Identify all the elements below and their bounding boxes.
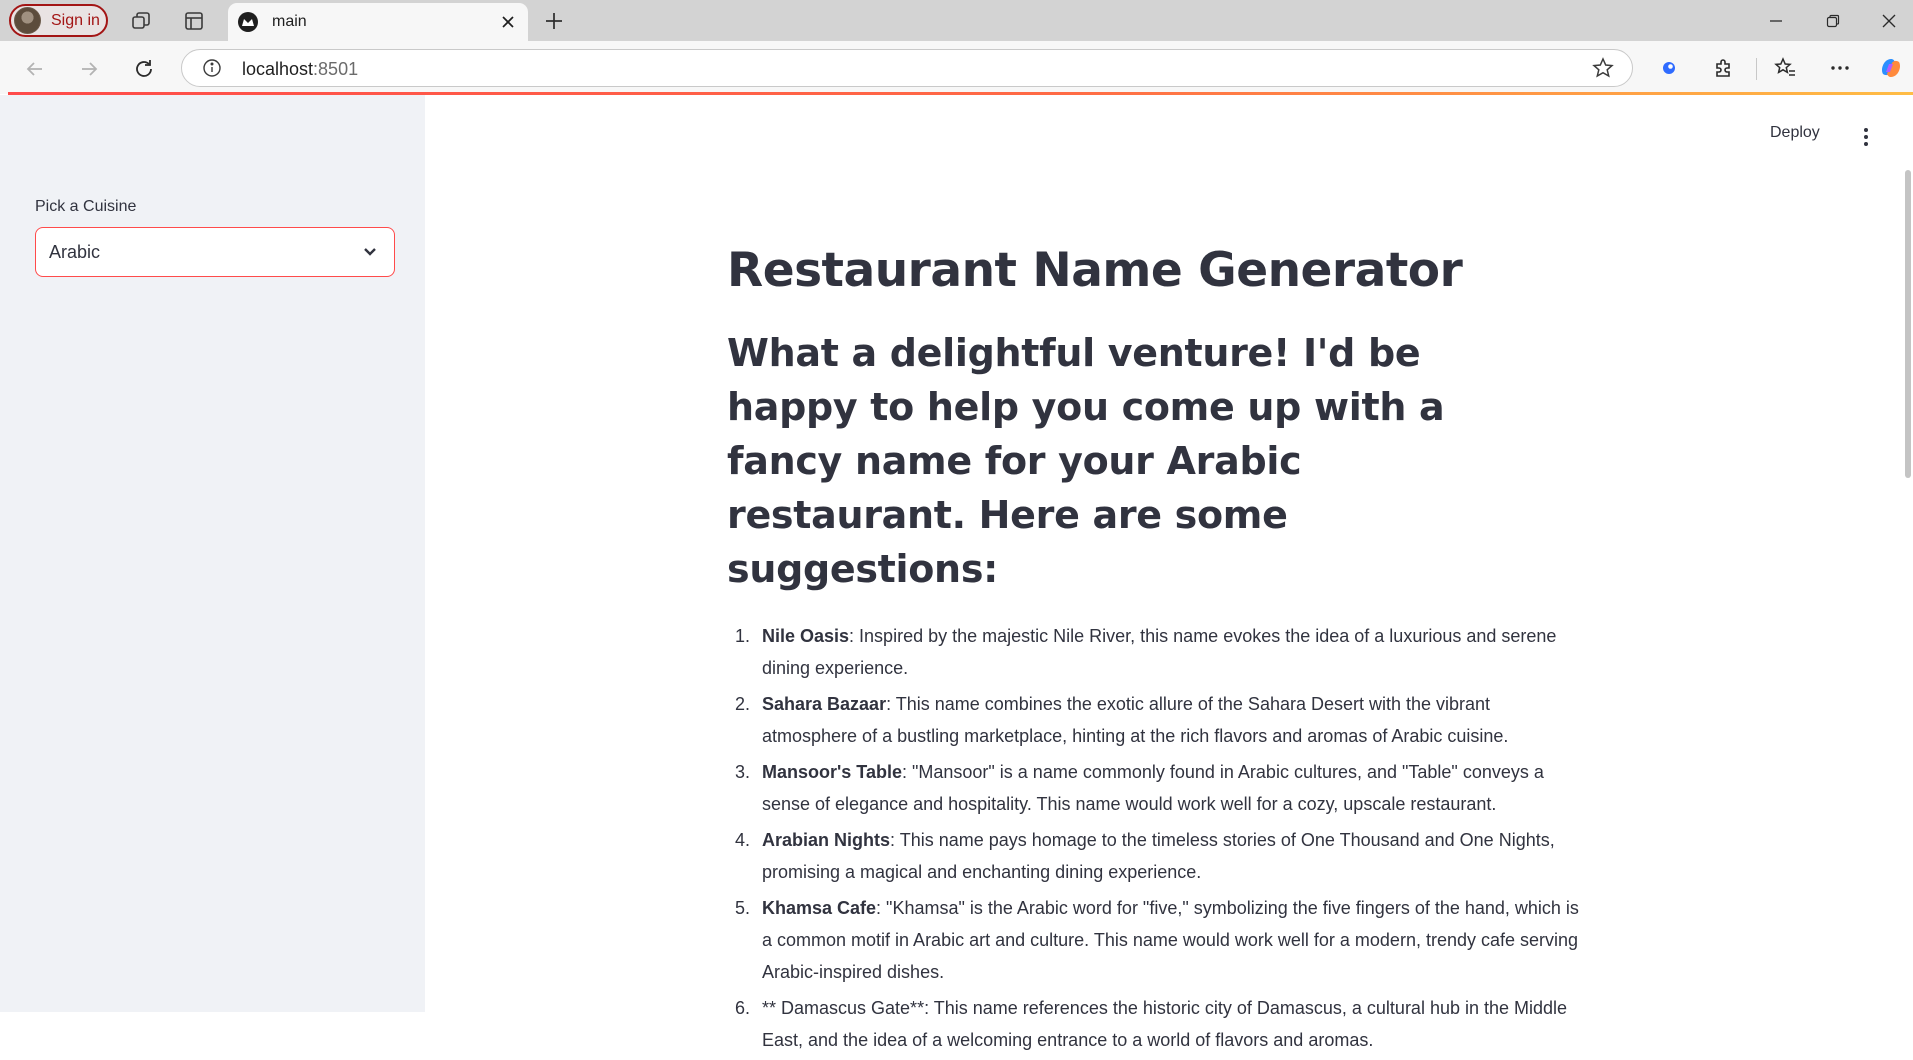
list-item-text: Arabian Nights: This name pays homage to… (762, 824, 1582, 888)
restaurant-name: Sahara Bazaar (762, 694, 887, 714)
star-icon[interactable] (1592, 57, 1614, 79)
page-title: Restaurant Name Generator (727, 243, 1463, 298)
tab-main[interactable]: main (228, 3, 528, 41)
list-item-number: 6. (734, 998, 750, 1018)
list-item-text: Sahara Bazaar: This name combines the ex… (762, 688, 1582, 752)
restaurant-name: Nile Oasis (762, 626, 850, 646)
list-item-number: 4. (734, 830, 750, 850)
signin-label: Sign in (51, 11, 100, 29)
restore-icon[interactable] (1818, 6, 1848, 36)
list-item-text: Mansoor's Table: "Mansoor" is a name com… (762, 756, 1582, 820)
list-item: 3. Mansoor's Table: "Mansoor" is a name c… (727, 756, 1597, 820)
tab-actions-icon[interactable] (181, 8, 207, 34)
list-item: 4. Arabian Nights: This name pays homage … (727, 824, 1597, 888)
toolbar-divider (1756, 58, 1757, 80)
list-item: 5. Khamsa Cafe: "Khamsa" is the Arabic wo… (727, 892, 1597, 988)
url-host: localhost (242, 59, 314, 79)
browser-tab-strip: Sign in main (0, 0, 1913, 41)
list-item: 2. Sahara Bazaar: This name combines the … (727, 688, 1597, 752)
list-item-text: ** Damascus Gate**: This name references… (762, 992, 1582, 1056)
url-text: localhost:8501 (242, 59, 358, 80)
list-item-number: 2. (734, 694, 750, 714)
browser-toolbar: localhost:8501 (0, 41, 1913, 94)
forward-icon[interactable] (74, 54, 104, 84)
chevron-down-icon (364, 248, 376, 256)
minimize-icon[interactable] (1761, 6, 1791, 36)
intro-heading: What a delightful venture! I'd be happy … (727, 331, 1445, 591)
copilot-extension-icon[interactable] (1654, 53, 1684, 83)
scrollbar[interactable] (1905, 170, 1911, 478)
more-icon[interactable] (1825, 53, 1855, 83)
cuisine-select[interactable]: Arabic (35, 227, 395, 277)
streamlit-favicon-icon (238, 12, 258, 32)
plus-icon[interactable] (541, 8, 567, 34)
restaurant-name: Mansoor's Table (762, 762, 902, 782)
back-icon[interactable] (20, 54, 50, 84)
url-port: :8501 (313, 59, 359, 79)
workspaces-icon[interactable] (128, 8, 154, 34)
cuisine-select-label: Pick a Cuisine (35, 198, 137, 215)
profile-avatar-icon (14, 7, 41, 34)
profile-signin-button[interactable]: Sign in (9, 4, 108, 37)
restaurant-description: : Inspired by the majestic Nile River, t… (762, 626, 1557, 678)
restaurant-description: : "Khamsa" is the Arabic word for "five,… (762, 898, 1579, 982)
restaurant-name: Arabian Nights (762, 830, 891, 850)
list-item-text: Khamsa Cafe: "Khamsa" is the Arabic word… (762, 892, 1582, 988)
address-bar[interactable]: localhost:8501 (181, 49, 1633, 87)
info-icon[interactable] (202, 58, 222, 78)
kebab-menu-icon[interactable] (1856, 125, 1876, 149)
copilot-icon[interactable] (1876, 53, 1906, 83)
suggestion-list: 1. Nile Oasis: Inspired by the majestic N… (727, 620, 1597, 1056)
list-item-number: 5. (734, 898, 750, 918)
list-item: 6. ** Damascus Gate**: This name referenc… (727, 992, 1597, 1056)
list-item-number: 3. (734, 762, 750, 782)
main-content: Restaurant Name Generator What a delight… (727, 230, 1597, 1060)
list-item-text: Nile Oasis: Inspired by the majestic Nil… (762, 620, 1582, 684)
reload-icon[interactable] (129, 54, 159, 84)
restaurant-name: Khamsa Cafe (762, 898, 877, 918)
puzzle-icon[interactable] (1709, 53, 1739, 83)
sidebar: Pick a Cuisine Arabic (0, 95, 425, 1012)
window-close-icon[interactable] (1874, 6, 1904, 36)
list-item: 1. Nile Oasis: Inspired by the majestic N… (727, 620, 1597, 684)
list-item-number: 1. (734, 626, 750, 646)
cuisine-select-value: Arabic (49, 241, 101, 262)
favorites-icon[interactable] (1770, 53, 1800, 83)
restaurant-description: ** Damascus Gate**: This name references… (762, 998, 1568, 1050)
tab-title: main (272, 13, 307, 30)
close-icon[interactable] (498, 12, 518, 32)
deploy-button[interactable]: Deploy (1770, 124, 1820, 142)
